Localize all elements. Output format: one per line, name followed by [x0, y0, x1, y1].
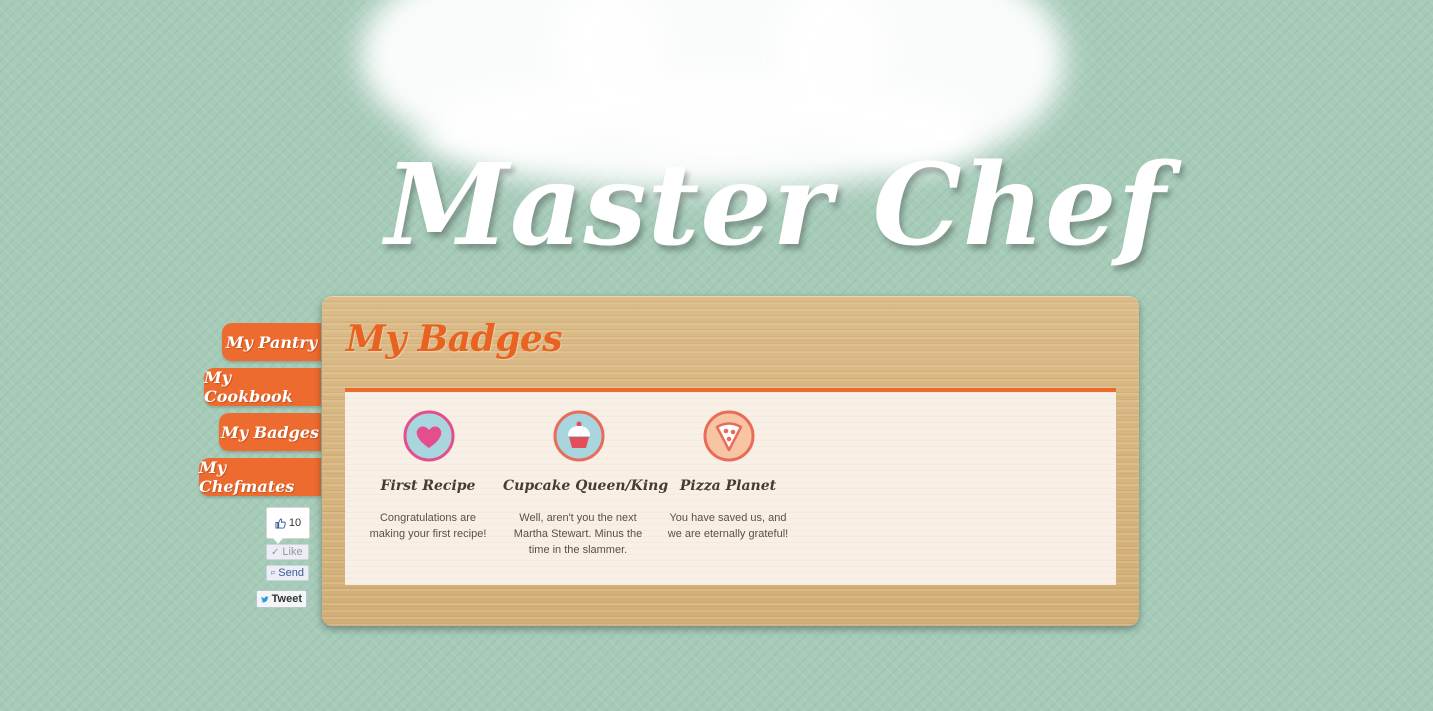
like-count-box: 10 — [266, 507, 310, 544]
page-title: My Badges — [346, 318, 563, 360]
nav-item-my-pantry[interactable]: My Pantry — [222, 323, 321, 361]
badge-description: Well, aren't you the next Martha Stewart… — [513, 512, 643, 556]
nav-item-my-chefmates[interactable]: My Chefmates — [199, 458, 321, 496]
badge-name: First Recipe — [380, 478, 476, 494]
like-count: 10 — [288, 517, 302, 529]
badge-description: You have saved us, and we are eternally … — [667, 512, 789, 540]
tweet-button[interactable]: Tweet — [256, 590, 307, 608]
cupcake-icon — [553, 410, 605, 462]
send-button-label: Send — [278, 567, 304, 579]
site-logo[interactable]: Master Chef — [385, 120, 1166, 290]
twitter-bird-icon — [261, 595, 269, 602]
badge-description: Congratulations are making your first re… — [369, 512, 487, 540]
like-button-label: Like — [282, 546, 303, 558]
badges-panel: First Recipe Congratulations are making … — [345, 388, 1116, 585]
badge-name: Pizza Planet — [679, 478, 777, 494]
like-button[interactable]: ✓ Like — [266, 544, 309, 560]
pizza-icon — [703, 410, 755, 462]
badge-name: Cupcake Queen/King — [503, 478, 669, 494]
main-board: My Badges First Recipe Congratulations a… — [322, 296, 1139, 626]
nav-item-my-badges[interactable]: My Badges — [219, 413, 321, 451]
tweet-button-label: Tweet — [271, 593, 302, 605]
speech-bubble-icon — [271, 571, 276, 576]
nav-item-my-cookbook[interactable]: My Cookbook — [204, 368, 321, 406]
checkmark-icon: ✓ — [271, 546, 280, 558]
send-button[interactable]: Send — [266, 565, 309, 581]
heart-icon — [403, 410, 455, 462]
thumbs-up-icon — [275, 517, 286, 529]
